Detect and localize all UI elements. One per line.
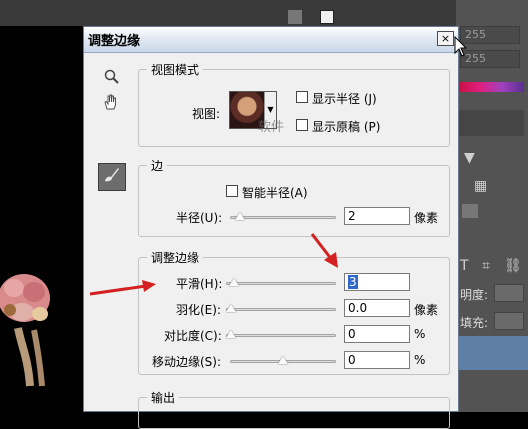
dialog-title: 调整边缘 bbox=[88, 34, 141, 49]
contrast-slider[interactable] bbox=[226, 330, 336, 340]
close-icon: × bbox=[440, 32, 451, 45]
red-arrow-down-icon bbox=[310, 233, 338, 268]
shift-edge-unit: % bbox=[414, 353, 426, 367]
radius-label: 半径(U): bbox=[176, 211, 223, 225]
edge-detection-legend: 边 bbox=[151, 159, 164, 173]
output-group: 输出 bbox=[138, 389, 450, 429]
feather-input[interactable]: 0.0 bbox=[344, 299, 410, 317]
smart-radius-label: 智能半径(A) bbox=[242, 186, 308, 200]
smooth-slider[interactable] bbox=[226, 278, 336, 288]
radius-slider-thumb[interactable] bbox=[234, 212, 245, 220]
fill-input[interactable] bbox=[494, 312, 524, 330]
contrast-slider-track bbox=[226, 334, 336, 337]
dialog-titlebar[interactable]: 调整边缘 bbox=[84, 27, 458, 53]
refine-edge-dialog: 调整边缘 × 视图模式 视图: ▼ 显示半径 (J) 显示原稿 (P) 边 智能… bbox=[83, 26, 459, 429]
radius-slider[interactable] bbox=[230, 212, 336, 222]
refine-brush-icon[interactable] bbox=[98, 163, 126, 191]
flower-image bbox=[0, 274, 50, 387]
hand-icon[interactable] bbox=[102, 93, 120, 115]
link-icon[interactable]: ⛓ bbox=[504, 258, 522, 274]
feather-slider-track bbox=[226, 308, 336, 311]
swatch-white[interactable] bbox=[320, 10, 334, 24]
feather-slider[interactable] bbox=[226, 304, 336, 314]
close-button[interactable]: × bbox=[437, 31, 454, 46]
show-original-label: 显示原稿 (P) bbox=[312, 120, 381, 134]
smooth-slider-thumb[interactable] bbox=[229, 278, 239, 286]
zoom-icon[interactable] bbox=[104, 69, 120, 89]
radius-input[interactable]: 2 bbox=[344, 207, 410, 225]
shift-edge-label: 移动边缘(S): bbox=[152, 355, 222, 369]
view-mode-group: 视图模式 bbox=[138, 61, 450, 147]
opacity-label: 明度: bbox=[460, 288, 489, 302]
contrast-label: 对比度(C): bbox=[164, 329, 222, 343]
panel-tab-bar bbox=[458, 110, 524, 136]
contrast-input[interactable]: 0 bbox=[344, 325, 410, 343]
shift-edge-slider[interactable] bbox=[230, 356, 336, 366]
view-mode-legend: 视图模式 bbox=[151, 63, 200, 77]
show-original-checkbox[interactable] bbox=[296, 119, 308, 131]
swatch-gray[interactable] bbox=[288, 10, 302, 24]
feather-unit: 像素 bbox=[414, 303, 439, 317]
show-radius-label: 显示半径 (J) bbox=[312, 92, 377, 106]
output-legend: 输出 bbox=[151, 391, 176, 405]
workspace-top-bar bbox=[0, 0, 528, 26]
type-icon[interactable]: T bbox=[460, 258, 469, 274]
show-radius-checkbox[interactable] bbox=[296, 91, 308, 103]
mouse-cursor-icon bbox=[454, 36, 468, 57]
grid-icon[interactable]: ▦ bbox=[474, 178, 487, 194]
contrast-slider-thumb[interactable] bbox=[226, 330, 236, 338]
smart-radius-checkbox[interactable] bbox=[226, 185, 238, 197]
watermark-text: 软件 bbox=[258, 120, 285, 135]
feather-slider-thumb[interactable] bbox=[226, 304, 236, 312]
right-panel-field-2[interactable]: 255 bbox=[460, 50, 520, 68]
smooth-input[interactable]: 3 bbox=[344, 273, 410, 291]
feather-label: 羽化(E): bbox=[176, 303, 221, 317]
view-label: 视图: bbox=[192, 107, 221, 121]
red-arrow-icon bbox=[89, 280, 156, 296]
selected-layer-row[interactable] bbox=[458, 336, 528, 370]
fill-label: 填充: bbox=[460, 316, 489, 330]
opacity-input[interactable] bbox=[494, 284, 524, 302]
transform-icon[interactable]: ⌗ bbox=[482, 258, 490, 274]
smooth-label: 平滑(H): bbox=[176, 277, 223, 291]
color-ramp[interactable] bbox=[458, 82, 524, 92]
adjust-edge-legend: 调整边缘 bbox=[151, 251, 200, 265]
shift-edge-input[interactable]: 0 bbox=[344, 351, 410, 369]
panel-button-icon[interactable] bbox=[462, 204, 478, 218]
dropdown-triangle-icon[interactable]: ▼ bbox=[464, 150, 475, 166]
smooth-slider-track bbox=[226, 282, 336, 285]
contrast-unit: % bbox=[414, 327, 426, 341]
radius-slider-track bbox=[230, 216, 336, 219]
smooth-input-selected-text: 3 bbox=[348, 275, 358, 289]
shift-edge-slider-thumb[interactable] bbox=[278, 356, 288, 364]
radius-unit: 像素 bbox=[414, 211, 439, 225]
right-panel-field-1[interactable]: 255 bbox=[460, 26, 520, 44]
